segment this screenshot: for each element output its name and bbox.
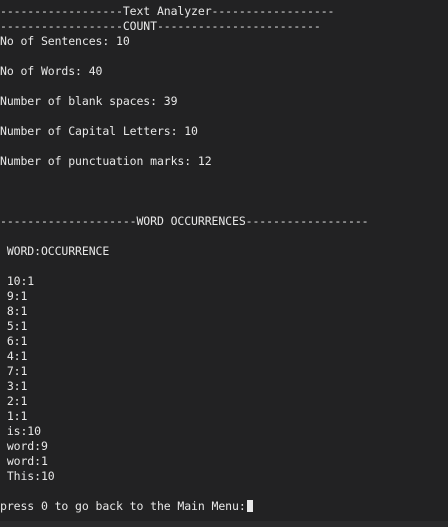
occurrence-row: word:9 bbox=[0, 439, 48, 453]
occurrence-row: 6:1 bbox=[0, 334, 28, 348]
occurrence-row: word:1 bbox=[0, 454, 48, 468]
capital-letters-count: Number of Capital Letters: 10 bbox=[0, 124, 198, 138]
word-occurrences-rule: --------------------WORD OCCURRENCES----… bbox=[0, 214, 369, 228]
window-bottom-edge bbox=[0, 521, 448, 527]
occurrence-row: 10:1 bbox=[0, 274, 35, 288]
occurrence-row: 7:1 bbox=[0, 364, 28, 378]
blank-spaces-count: Number of blank spaces: 39 bbox=[0, 94, 178, 108]
occurrence-row: 4:1 bbox=[0, 349, 28, 363]
prompt-text: press 0 to go back to the Main Menu: bbox=[0, 499, 246, 513]
title-rule: ------------------Text Analyzer---------… bbox=[0, 4, 335, 18]
sentences-count: No of Sentences: 10 bbox=[0, 34, 130, 48]
occurrence-row: is:10 bbox=[0, 424, 41, 438]
occurrence-row: 8:1 bbox=[0, 304, 28, 318]
punctuation-count: Number of punctuation marks: 12 bbox=[0, 154, 212, 168]
main-menu-prompt[interactable]: press 0 to go back to the Main Menu: bbox=[0, 499, 253, 514]
occurrence-row: 9:1 bbox=[0, 289, 28, 303]
occurrence-row: 5:1 bbox=[0, 319, 28, 333]
text-cursor[interactable] bbox=[246, 500, 253, 512]
count-rule: ------------------COUNT-----------------… bbox=[0, 19, 321, 33]
occurrence-row: 2:1 bbox=[0, 394, 28, 408]
occurrence-row: 1:1 bbox=[0, 409, 28, 423]
occurrence-row: This:10 bbox=[0, 469, 55, 483]
word-occurrences-header: WORD:OCCURRENCE bbox=[0, 244, 110, 258]
words-count: No of Words: 40 bbox=[0, 64, 103, 78]
occurrence-row: 3:1 bbox=[0, 379, 28, 393]
